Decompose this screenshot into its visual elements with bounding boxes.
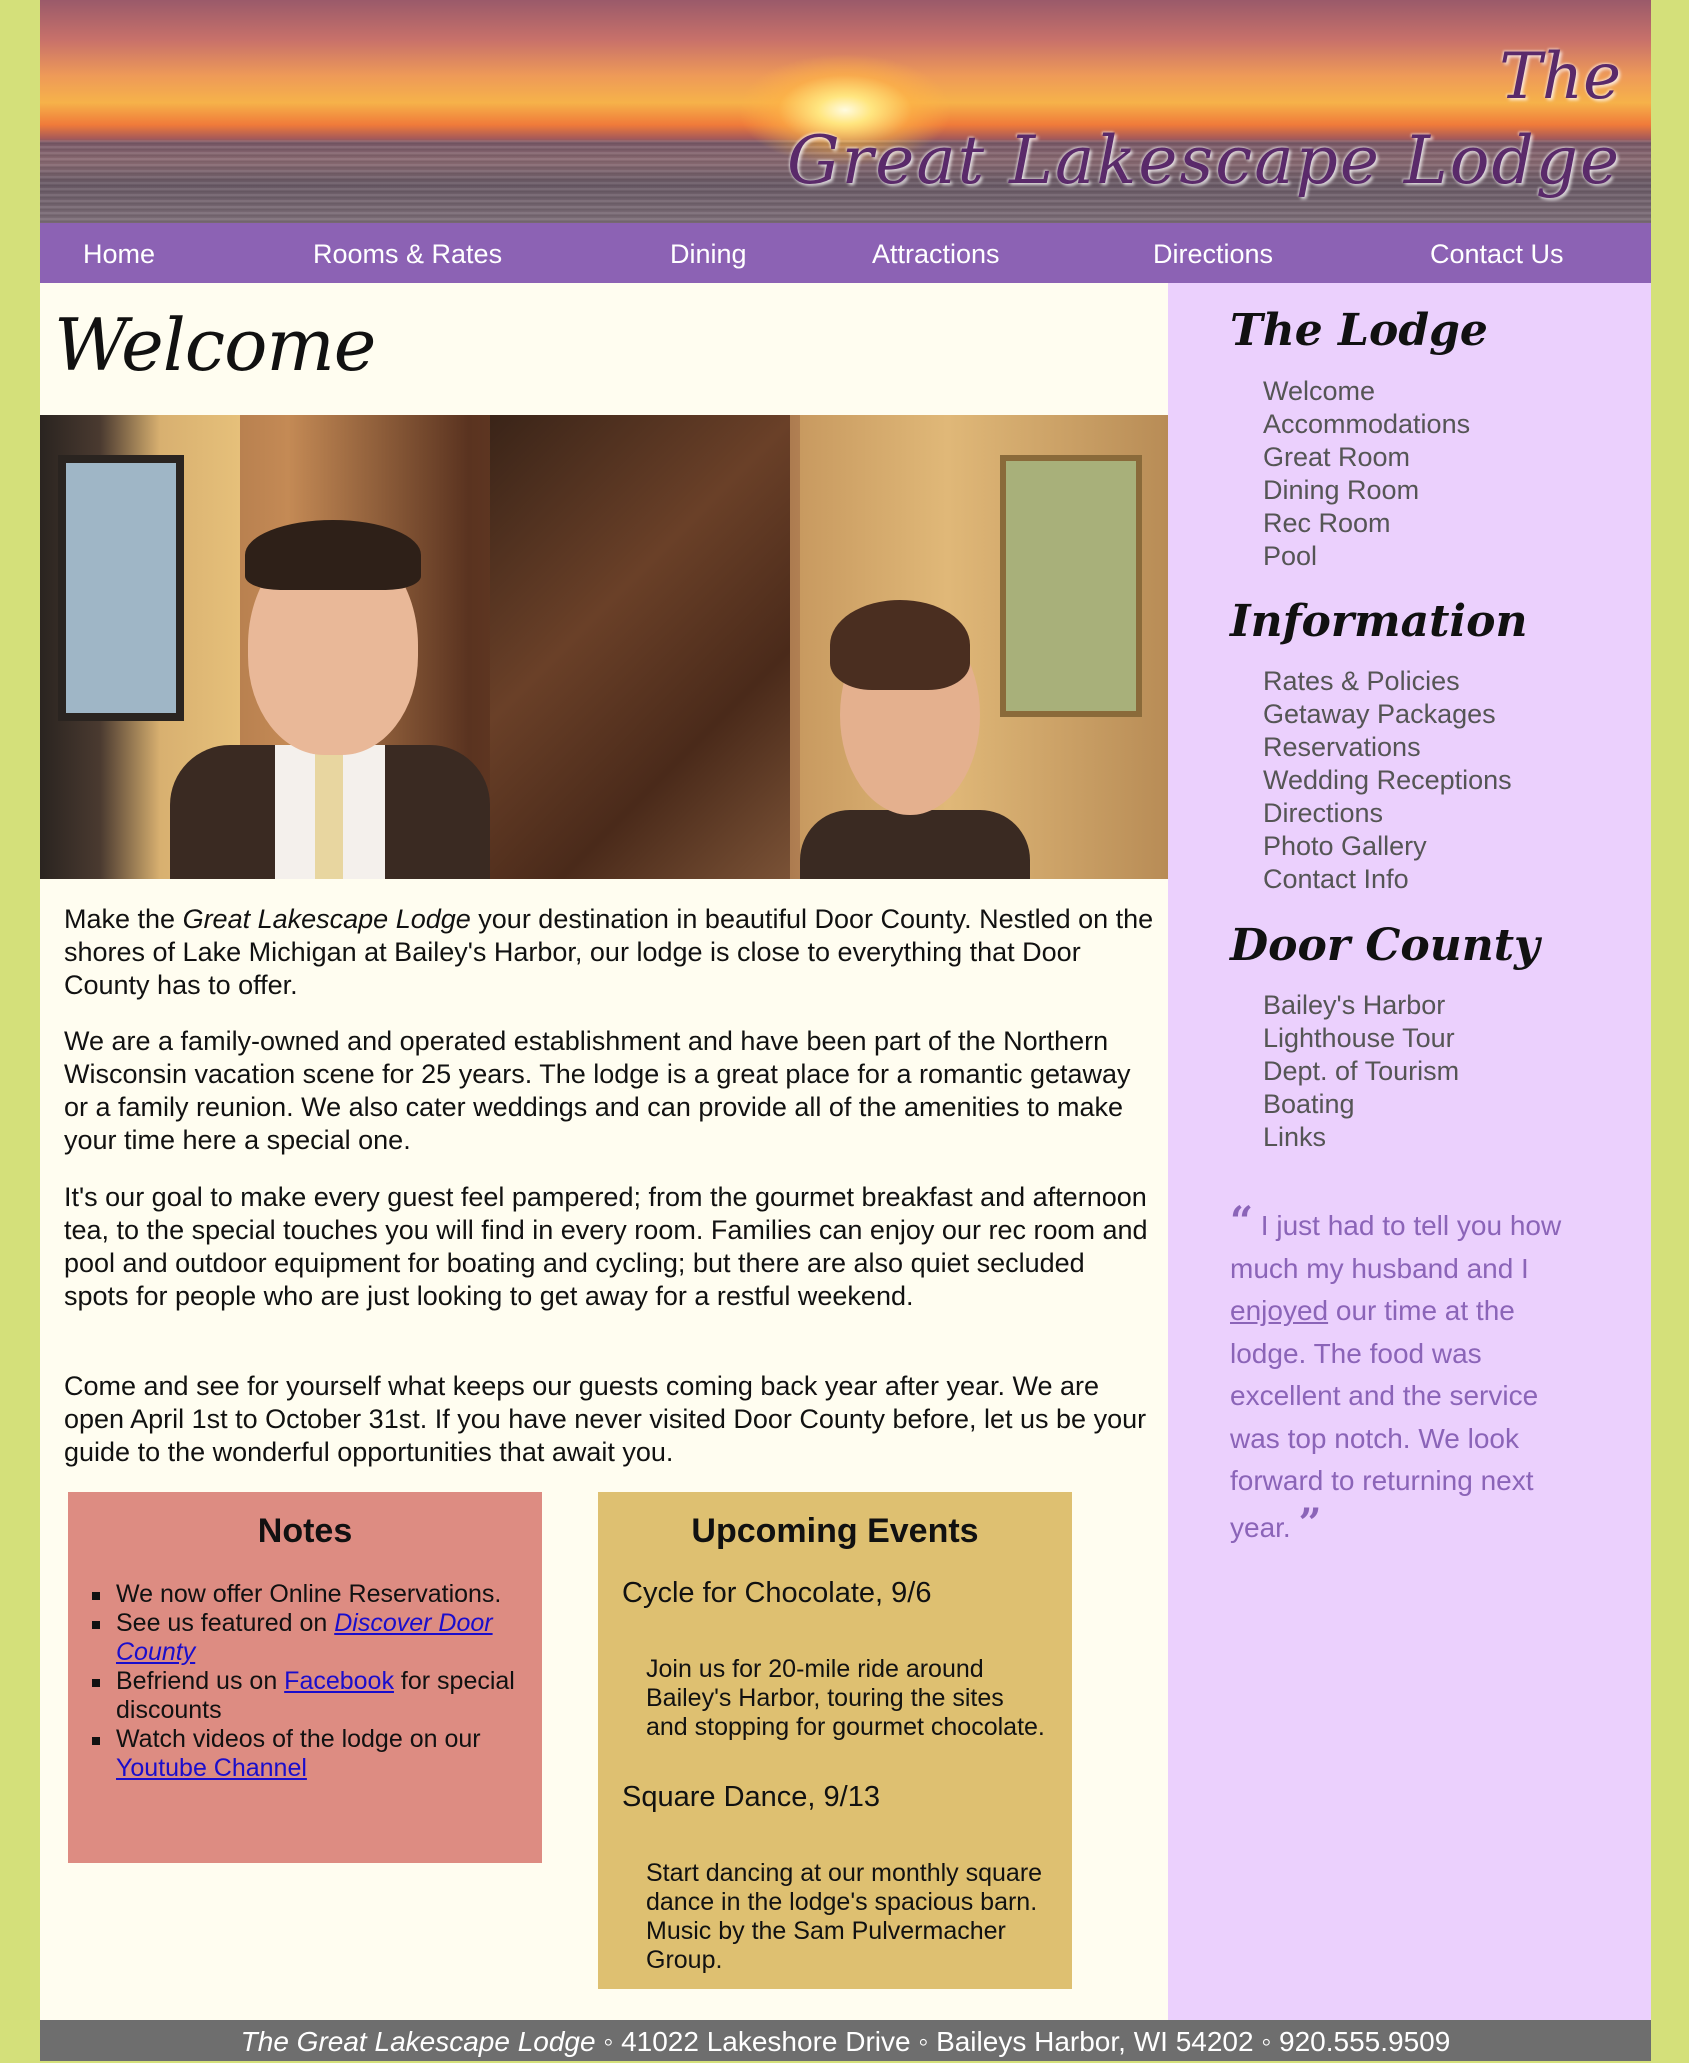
intro-paragraph-3: It's our goal to make every guest feel p… (64, 1182, 1148, 1311)
sidebar-item-links[interactable]: Links (1263, 1121, 1459, 1154)
nav-dining[interactable]: Dining (670, 223, 747, 283)
close-quote-icon: ” (1298, 1499, 1322, 1547)
page-container: The Great Lakescape Lodge Home Rooms & R… (40, 0, 1651, 2061)
youtube-channel-link[interactable]: Youtube Channel (116, 1754, 307, 1782)
sidebar-heading-information: Information (1230, 596, 1528, 647)
sidebar-item-pool[interactable]: Pool (1263, 540, 1470, 573)
sidebar-item-dept-of-tourism[interactable]: Dept. of Tourism (1263, 1055, 1459, 1088)
hero-photo-staff (40, 415, 1168, 879)
logo-name-text: Great Lakescape Lodge (787, 122, 1621, 199)
sidebar-item-reservations[interactable]: Reservations (1263, 731, 1512, 764)
nav-contact-us[interactable]: Contact Us (1430, 223, 1564, 283)
intro-paragraph-2: We are a family-owned and operated estab… (64, 1026, 1131, 1155)
nav-directions[interactable]: Directions (1153, 223, 1273, 283)
notes-item: Befriend us on Facebook for special disc… (92, 1667, 522, 1725)
notes-title: Notes (257, 1512, 353, 1550)
notes-item: Watch videos of the lodge on our Youtube… (92, 1725, 522, 1783)
sidebar-item-contact-info[interactable]: Contact Info (1263, 863, 1512, 896)
testimonial-quote: “ I just had to tell you how much my hus… (1230, 1198, 1562, 1547)
sidebar-heading-door-county: Door County (1230, 920, 1540, 971)
event-description: Start dancing at our monthly square danc… (646, 1859, 1043, 1974)
sidebar-heading-the-lodge: The Lodge (1230, 305, 1488, 356)
sidebar-item-rec-room[interactable]: Rec Room (1263, 507, 1470, 540)
notes-item: We now offer Online Reservations. (92, 1580, 522, 1609)
sidebar-item-photo-gallery[interactable]: Photo Gallery (1263, 830, 1512, 863)
notes-item: See us featured on Discover Door County (92, 1609, 522, 1667)
sidebar-item-great-room[interactable]: Great Room (1263, 441, 1470, 474)
sidebar-county-list: Bailey's Harbor Lighthouse Tour Dept. of… (1263, 989, 1459, 1154)
event-title: Square Dance, 9/13 (622, 1781, 880, 1813)
sidebar-item-dining-room[interactable]: Dining Room (1263, 474, 1470, 507)
open-quote-icon: “ (1230, 1198, 1254, 1245)
main-content: Welcome Make the Great Lakescape Lodge y… (40, 283, 1168, 2020)
sidebar: The Lodge Welcome Accommodations Great R… (1168, 283, 1651, 2020)
logo-the-text: The (1499, 40, 1621, 114)
notes-box: Notes We now offer Online Reservations. … (68, 1492, 542, 1863)
header-banner: The Great Lakescape Lodge (40, 0, 1651, 223)
page-title: Welcome (54, 303, 376, 387)
sidebar-item-wedding-receptions[interactable]: Wedding Receptions (1263, 764, 1512, 797)
main-nav: Home Rooms & Rates Dining Attractions Di… (40, 223, 1651, 283)
footer: The Great Lakescape Lodge ◦ 41022 Lakesh… (40, 2020, 1651, 2061)
sidebar-item-lighthouse-tour[interactable]: Lighthouse Tour (1263, 1022, 1459, 1055)
event-description: Join us for 20-mile ride around Bailey's… (646, 1655, 1045, 1741)
upcoming-events-box: Upcoming Events Cycle for Chocolate, 9/6… (598, 1492, 1072, 1989)
sidebar-item-getaway-packages[interactable]: Getaway Packages (1263, 698, 1512, 731)
nav-home[interactable]: Home (83, 223, 155, 283)
footer-address: ◦ 41022 Lakeshore Drive ◦ Baileys Harbor… (595, 2026, 1451, 2057)
intro-paragraph-4: Come and see for yourself what keeps our… (64, 1371, 1147, 1467)
sidebar-item-boating[interactable]: Boating (1263, 1088, 1459, 1121)
event-title: Cycle for Chocolate, 9/6 (622, 1577, 932, 1609)
sidebar-item-welcome[interactable]: Welcome (1263, 375, 1470, 408)
sidebar-info-list: Rates & Policies Getaway Packages Reserv… (1263, 665, 1512, 896)
enjoyed-link[interactable]: enjoyed (1230, 1295, 1328, 1326)
sidebar-lodge-list: Welcome Accommodations Great Room Dining… (1263, 375, 1470, 573)
sidebar-item-accommodations[interactable]: Accommodations (1263, 408, 1470, 441)
notes-list: We now offer Online Reservations. See us… (92, 1580, 522, 1783)
sidebar-item-directions[interactable]: Directions (1263, 797, 1512, 830)
events-title: Upcoming Events (691, 1512, 979, 1550)
intro-paragraph-1: Make the Great Lakescape Lodge your dest… (64, 904, 1154, 1000)
nav-attractions[interactable]: Attractions (872, 223, 1000, 283)
nav-rooms-rates[interactable]: Rooms & Rates (313, 223, 502, 283)
footer-lodge-name: The Great Lakescape Lodge (240, 2026, 596, 2057)
facebook-link[interactable]: Facebook (284, 1667, 394, 1695)
lodge-name-emphasis: Great Lakescape Lodge (182, 904, 471, 934)
sidebar-item-baileys-harbor[interactable]: Bailey's Harbor (1263, 989, 1459, 1022)
sidebar-item-rates-policies[interactable]: Rates & Policies (1263, 665, 1512, 698)
